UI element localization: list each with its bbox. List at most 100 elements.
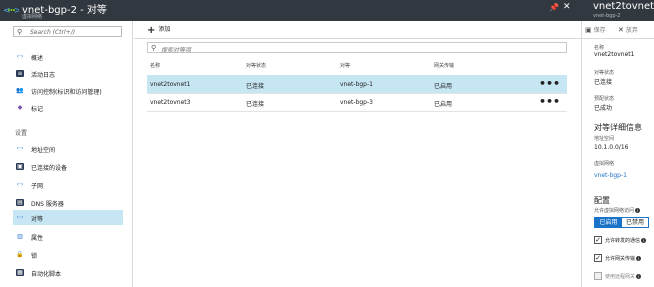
toggle-enabled[interactable]: 已启用: [595, 218, 622, 227]
svg-text:<: <: [3, 6, 11, 16]
sidebar-item-overview[interactable]: ‹·› 概述: [13, 49, 123, 64]
sidebar-item-label: 概述: [31, 55, 44, 62]
sidebar-item-peering[interactable]: ‹·› 对等: [13, 210, 123, 225]
sidebar-item-dns-servers[interactable]: ▤ DNS 服务器: [13, 195, 123, 210]
toolbar-divider: [134, 38, 581, 39]
name-value: vnet2tovnet1: [594, 51, 635, 58]
section-settings-label: 设置: [15, 130, 28, 137]
allow-vnet-access-label: 允许虚拟网络访问 i: [594, 207, 641, 214]
allow-gateway-transit-text: 允许网关传输: [605, 256, 636, 262]
name-label: 名称: [594, 45, 605, 51]
save-label: 保存: [593, 27, 606, 34]
sidebar-item-label: DNS 服务器: [31, 201, 64, 208]
sidebar-item-label: 已连接的设备: [31, 165, 68, 172]
provisioning-state-label: 预配状态: [594, 96, 615, 102]
title-bar: < > vnet-bgp-2 - 对等 虚拟网络 📌 ✕ vnet2tovnet…: [0, 0, 654, 21]
info-icon: i: [635, 208, 641, 213]
sidebar-item-label: 属性: [31, 235, 44, 242]
peering-status-label: 对等状态: [594, 70, 615, 76]
add-button-label: 添加: [158, 26, 171, 33]
info-icon: i: [636, 256, 642, 261]
cell-peer: vnet-bgp-3: [340, 99, 373, 106]
discard-label: 放弃: [625, 27, 638, 34]
properties-icon: ▥: [17, 233, 23, 240]
info-icon: i: [636, 274, 642, 279]
peering-status-value: 已连接: [594, 79, 613, 86]
cell-name: vnet2tovnet1: [150, 81, 191, 88]
overview-icon: ‹·›: [16, 53, 24, 60]
toggle-disabled[interactable]: 已禁用: [622, 218, 648, 227]
search-icon: ⚲: [17, 28, 23, 36]
tag-icon: ◆: [17, 104, 23, 111]
column-header-name[interactable]: 名称: [150, 62, 160, 69]
detail-subtitle: vnet-bgp-2: [593, 13, 621, 19]
sidebar-item-label: 地址空间: [31, 147, 56, 154]
sidebar-item-label: 活动日志: [31, 72, 56, 79]
connected-devices-icon: ▣: [16, 163, 24, 170]
peering-icon: ‹·›: [16, 214, 24, 221]
save-icon: ▣: [585, 26, 592, 34]
cell-status: 已连接: [246, 83, 265, 90]
virtual-network-link[interactable]: vnet-bgp-1: [594, 172, 627, 179]
save-button[interactable]: ▣ 保存: [585, 25, 606, 34]
discard-button[interactable]: ✕ 放弃: [618, 25, 638, 34]
use-remote-gateways-checkbox[interactable]: [594, 272, 602, 280]
cell-name: vnet2tovnet3: [150, 99, 191, 106]
activity-log-icon: ≡: [16, 70, 24, 77]
access-control-icon: 👥: [16, 87, 24, 94]
provisioning-state-value: 已成功: [594, 105, 613, 112]
use-remote-gateways-label: 使用远程网关 i: [605, 273, 642, 280]
cell-gateway: 已启用: [434, 101, 453, 108]
address-space-icon: ‹·›: [16, 145, 24, 152]
use-remote-gateways-text: 使用远程网关: [605, 274, 636, 280]
sidebar-item-label: 对等: [31, 216, 44, 223]
sidebar-item-label: 访问控制(标识和访问管理): [31, 89, 102, 96]
lock-icon: 🔒: [16, 251, 24, 258]
automation-script-icon: ▦: [16, 269, 24, 276]
sidebar-item-properties[interactable]: ▥ 属性: [13, 229, 123, 244]
peerings-blade: + 添加 ⚲ 搜索对等项 名称 对等状态 对等 网关传输 vnet2tovnet1…: [134, 21, 581, 287]
search-icon: ⚲: [151, 44, 157, 52]
sidebar-item-connected-devices[interactable]: ▣ 已连接的设备: [13, 159, 123, 174]
vnet-access-toggle[interactable]: 已启用 已禁用: [594, 217, 649, 228]
sidebar-item-access-control[interactable]: 👥 访问控制(标识和访问管理): [13, 83, 123, 98]
sidebar-item-locks[interactable]: 🔒 锁: [13, 247, 123, 262]
allow-forwarded-traffic-checkbox[interactable]: ✓: [594, 236, 602, 244]
detail-title: vnet2tovnet1: [593, 1, 654, 12]
sidebar-item-tags[interactable]: ◆ 标记: [13, 100, 123, 115]
sidebar-item-label: 子网: [31, 183, 44, 190]
virtual-network-icon: < >: [3, 6, 19, 16]
more-options-icon[interactable]: •••: [539, 77, 560, 90]
toolbar-divider: [582, 38, 654, 39]
plus-icon: +: [147, 25, 156, 36]
more-options-icon[interactable]: •••: [539, 95, 560, 108]
discard-icon: ✕: [618, 26, 624, 34]
sidebar-item-automation-script[interactable]: ▦ 自动化脚本: [13, 265, 123, 280]
sidebar-item-address-space[interactable]: ‹·› 地址空间: [13, 141, 123, 156]
dns-icon: ▤: [16, 199, 24, 206]
column-header-peer[interactable]: 对等: [340, 62, 350, 69]
search-placeholder: Search (Ctrl+/): [30, 29, 76, 36]
menu-search-input[interactable]: ⚲ Search (Ctrl+/): [13, 26, 122, 37]
virtual-network-label: 虚拟网络: [594, 161, 615, 167]
filter-placeholder: 搜索对等项: [161, 47, 192, 54]
table-row[interactable]: vnet2tovnet1 已连接 vnet-bgp-1 已启用 •••: [147, 75, 567, 94]
peering-details-blade: ▣ 保存 ✕ 放弃 名称 vnet2tovnet1 对等状态 已连接 预配状态 已成…: [581, 21, 654, 287]
allow-forwarded-traffic-label: 允许转发的通信 i: [605, 237, 647, 244]
subnets-icon: ‹·›: [16, 181, 24, 188]
close-icon[interactable]: ✕: [563, 2, 571, 12]
table-row[interactable]: vnet2tovnet3 已连接 vnet-bgp-3 已启用 •••: [147, 93, 567, 112]
sidebar-item-label: 标记: [31, 106, 44, 113]
sidebar-item-subnets[interactable]: ‹·› 子网: [13, 177, 123, 192]
cell-peer: vnet-bgp-1: [340, 81, 373, 88]
svg-text:>: >: [14, 6, 19, 16]
allow-gateway-transit-checkbox[interactable]: ✓: [594, 254, 602, 262]
cell-status: 已连接: [246, 101, 265, 108]
sidebar-item-label: 自动化脚本: [31, 271, 62, 278]
column-header-gateway[interactable]: 网关传输: [434, 62, 454, 69]
sidebar-item-activity-log[interactable]: ≡ 活动日志: [13, 66, 123, 81]
add-button[interactable]: + 添加: [147, 24, 170, 36]
pin-icon[interactable]: 📌: [549, 3, 559, 12]
column-header-status[interactable]: 对等状态: [246, 62, 266, 69]
peering-filter-input[interactable]: ⚲ 搜索对等项: [147, 42, 567, 54]
